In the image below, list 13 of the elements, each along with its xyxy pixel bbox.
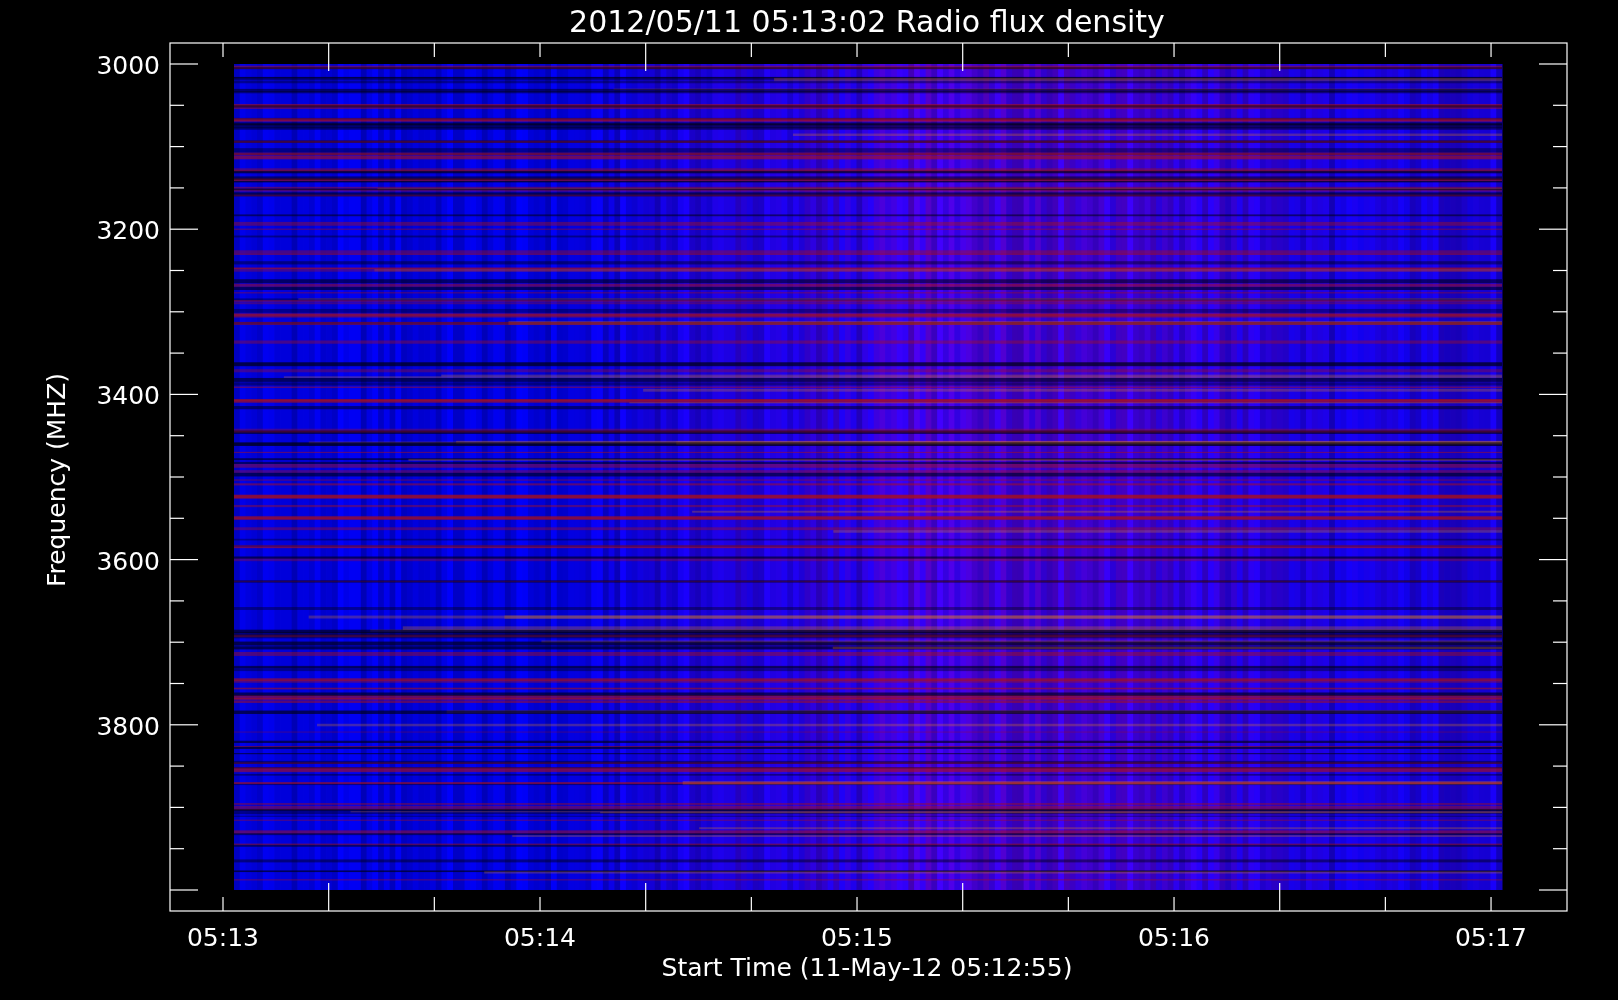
x-axis-label: Start Time (11-May-12 05:12:55) [661,953,1073,982]
y-axis-label: Frequency (MHZ) [42,372,71,588]
y-tick-label: 3000 [96,51,160,80]
x-tick-label: 05:13 [187,923,259,952]
y-tick-label: 3200 [96,216,160,246]
x-tick-label: 05:16 [1138,923,1210,952]
x-tick-label: 05:14 [504,923,576,952]
x-tick-label: 05:17 [1455,923,1527,952]
x-tick-label: 05:15 [821,923,893,952]
y-tick-label: 3400 [96,381,160,411]
plot-title: 2012/05/11 05:13:02 Radio flux density [569,4,1165,39]
y-tick-label: 3800 [96,711,160,741]
y-tick-label: 3600 [96,546,160,576]
